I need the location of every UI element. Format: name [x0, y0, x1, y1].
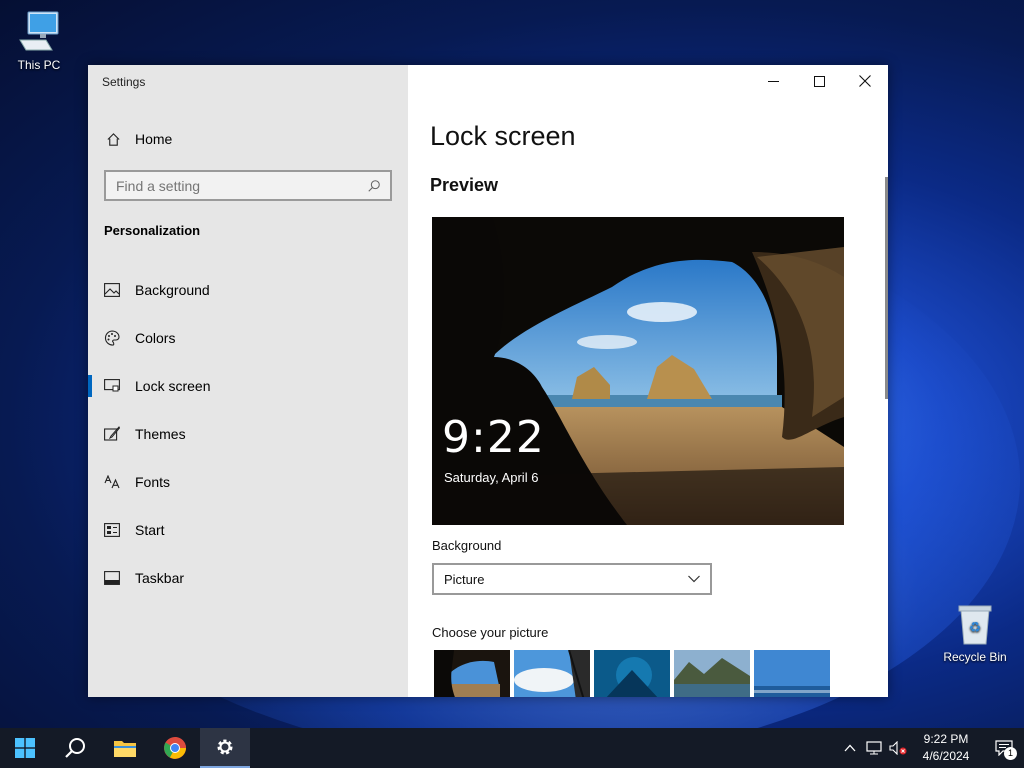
sidebar-item-colors[interactable]: Colors	[88, 318, 408, 358]
clock-date: 4/6/2024	[922, 749, 970, 763]
taskbar-icon	[104, 570, 120, 586]
sidebar-item-label: Lock screen	[135, 378, 211, 394]
sidebar-item-label: Colors	[135, 330, 176, 346]
clock-time: 9:22 PM	[923, 732, 969, 746]
sidebar-item-background[interactable]: Background	[88, 270, 408, 310]
show-hidden-icons-button[interactable]	[838, 728, 862, 768]
background-label: Background	[432, 538, 502, 553]
picture-thumbnail-2[interactable]	[514, 650, 590, 697]
computer-icon	[19, 11, 59, 51]
lock-screen-preview: 9:22 Saturday, April 6	[432, 217, 844, 525]
chevron-up-icon	[844, 744, 856, 752]
thumbnail-underwater-image	[594, 650, 670, 697]
close-button[interactable]	[842, 65, 888, 97]
windows-logo-icon	[15, 738, 35, 758]
chrome-button[interactable]	[150, 728, 200, 768]
sidebar-item-label: Background	[135, 282, 210, 298]
close-icon	[859, 75, 871, 87]
maximize-button[interactable]	[796, 65, 842, 97]
svg-text:♻: ♻	[969, 620, 982, 636]
taskbar: 9:22 PM 4/6/2024 1	[0, 728, 1024, 768]
settings-window: Settings Home Personalization Background	[88, 65, 888, 697]
system-tray: 9:22 PM 4/6/2024 1	[838, 728, 1024, 768]
search-icon[interactable]	[366, 178, 382, 194]
sidebar-item-home[interactable]: Home	[88, 123, 408, 155]
palette-icon	[104, 330, 120, 346]
sidebar-item-label: Themes	[135, 426, 186, 442]
thumbnail-cave-image	[434, 650, 510, 697]
picture-thumbnails	[434, 650, 830, 697]
maximize-icon	[813, 75, 825, 87]
folder-icon	[114, 741, 136, 757]
sidebar-item-label: Taskbar	[135, 570, 185, 586]
recycle-bin-icon: ♻	[958, 605, 992, 645]
sidebar-item-lock-screen[interactable]: Lock screen	[88, 366, 408, 406]
sidebar-item-themes[interactable]: Themes	[88, 414, 408, 454]
sidebar-item-taskbar[interactable]: Taskbar	[88, 558, 408, 598]
search-box[interactable]	[104, 170, 392, 201]
sidebar: Settings Home Personalization Background	[88, 65, 408, 697]
content-pane: Lock screen Preview 9:22 Saturday, April…	[408, 65, 888, 697]
background-dropdown[interactable]: Picture	[432, 563, 712, 595]
window-title: Settings	[102, 75, 146, 89]
start-menu-icon	[104, 522, 120, 538]
scrollbar[interactable]	[885, 177, 888, 399]
font-icon	[104, 474, 120, 490]
chrome-icon	[164, 737, 186, 759]
home-icon	[105, 131, 121, 147]
desktop-icon-label: This PC	[17, 58, 61, 72]
background-dropdown-value: Picture	[444, 571, 485, 587]
thumbnail-lake-image	[674, 650, 750, 697]
picture-thumbnail-1[interactable]	[434, 650, 510, 697]
thumbnail-sky-image	[514, 650, 590, 697]
start-button[interactable]	[0, 728, 50, 768]
settings-taskbar-button[interactable]	[200, 728, 250, 768]
minimize-icon	[767, 80, 779, 82]
search-input[interactable]	[116, 177, 356, 194]
notifications-button[interactable]: 1	[984, 728, 1024, 768]
preview-heading: Preview	[430, 175, 499, 195]
sidebar-item-label: Start	[135, 522, 165, 538]
volume-button[interactable]	[886, 728, 910, 768]
thumbnail-ocean-image	[754, 650, 830, 697]
preview-date: Saturday, April 6	[444, 470, 539, 485]
network-icon	[866, 741, 882, 755]
picture-thumbnail-3[interactable]	[594, 650, 670, 697]
picture-thumbnail-4[interactable]	[674, 650, 750, 697]
window-controls	[750, 65, 888, 97]
desktop-icon-this-pc[interactable]: This PC	[4, 10, 74, 72]
choose-picture-label: Choose your picture	[432, 625, 549, 640]
sidebar-item-label: Home	[135, 131, 173, 147]
notification-count-badge: 1	[1004, 747, 1017, 760]
chevron-down-icon	[688, 575, 700, 583]
picture-thumbnail-5[interactable]	[754, 650, 830, 697]
desktop-icon-recycle-bin[interactable]: ♻ Recycle Bin	[940, 602, 1010, 664]
sidebar-item-start[interactable]: Start	[88, 510, 408, 550]
section-heading: Personalization	[104, 223, 201, 238]
search-icon	[65, 738, 85, 758]
brush-icon	[104, 426, 120, 442]
lock-screen-icon	[104, 378, 120, 394]
minimize-button[interactable]	[750, 65, 796, 97]
sidebar-item-fonts[interactable]: Fonts	[88, 462, 408, 502]
image-icon	[104, 282, 120, 298]
gear-icon	[217, 739, 233, 755]
volume-muted-icon	[889, 741, 907, 755]
preview-time: 9:22	[442, 412, 545, 463]
sidebar-item-label: Fonts	[135, 474, 171, 490]
desktop-icon-label: Recycle Bin	[943, 650, 1007, 664]
network-button[interactable]	[862, 728, 886, 768]
taskbar-clock[interactable]: 9:22 PM 4/6/2024	[916, 731, 976, 765]
search-taskbar-button[interactable]	[50, 728, 100, 768]
file-explorer-button[interactable]	[100, 728, 150, 768]
page-title: Lock screen	[430, 121, 576, 151]
